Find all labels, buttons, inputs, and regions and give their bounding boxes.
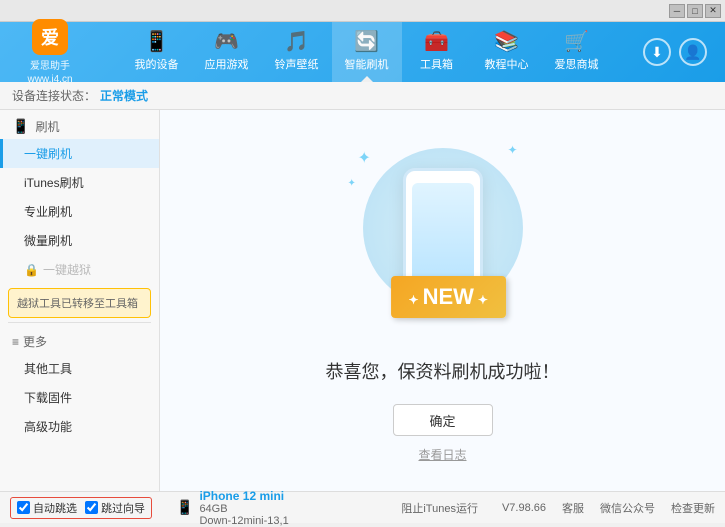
device-info: 📱 iPhone 12 mini 64GB Down-12mini-13,1 [176, 489, 289, 527]
nav-shop-label: 爱思商城 [555, 56, 599, 72]
nav-ringtone-label: 铃声壁纸 [275, 56, 319, 72]
sidebar-notice-jailbreak: 越狱工具已转移至工具箱 [8, 288, 151, 318]
nav-tutorial[interactable]: 📚 教程中心 [472, 22, 542, 82]
auto-jump-label: 自动跳选 [33, 500, 77, 516]
window-controls[interactable]: ─ □ ✕ [669, 4, 721, 18]
nav-shop-icon: 🛒 [564, 32, 589, 52]
content-area: ✦ ✦ ✦ NEW 恭喜您，保资料刷机成功啦！ 确定 查看日志 [160, 110, 725, 491]
confirm-button[interactable]: 确定 [393, 404, 493, 436]
success-illustration: ✦ ✦ ✦ NEW [343, 138, 543, 338]
itunes-flash-label: iTunes刷机 [24, 176, 84, 190]
nav-tutorial-label: 教程中心 [485, 56, 529, 72]
download-firmware-label: 下载固件 [24, 391, 72, 405]
check-update-link[interactable]: 检查更新 [671, 500, 715, 516]
nav-ringtone[interactable]: 🎵 铃声壁纸 [262, 22, 332, 82]
notice-text: 越狱工具已转移至工具箱 [17, 298, 138, 310]
device-storage: 64GB [199, 503, 288, 515]
nav-smart-flash[interactable]: 🔄 智能刷机 [332, 22, 402, 82]
skip-guide-label: 跳过向导 [101, 500, 145, 516]
sidebar-item-micro-flash[interactable]: 微量刷机 [0, 226, 159, 255]
nav-shop[interactable]: 🛒 爱思商城 [542, 22, 612, 82]
advanced-label: 高级功能 [24, 420, 72, 434]
download-button[interactable]: ⬇ [643, 38, 671, 66]
sidebar-item-download-firmware[interactable]: 下载固件 [0, 383, 159, 412]
flash-section-icon: 📱 [12, 118, 29, 135]
nav-toolbox-label: 工具箱 [420, 56, 453, 72]
device-name: iPhone 12 mini [199, 489, 288, 503]
skip-guide-checkbox[interactable] [85, 501, 98, 514]
sidebar-item-advanced[interactable]: 高级功能 [0, 412, 159, 441]
one-key-flash-label: 一键刷机 [24, 147, 72, 161]
sidebar-more-section: ≡ 更多 [0, 327, 159, 354]
sidebar-item-one-key-flash[interactable]: 一键刷机 [0, 139, 159, 168]
phone-screen [412, 183, 474, 287]
logo-subtext: www.i4.cn [27, 74, 72, 85]
auto-jump-checkbox-label[interactable]: 自动跳选 [17, 500, 77, 516]
sidebar-item-pro-flash[interactable]: 专业刷机 [0, 197, 159, 226]
new-ribbon: NEW [391, 276, 506, 318]
sidebar-item-jailbreak-disabled: 🔒 一键越狱 [0, 255, 159, 284]
sidebar-divider [8, 322, 151, 323]
device-version: Down-12mini-13,1 [199, 515, 288, 527]
wechat-public-link[interactable]: 微信公众号 [600, 500, 655, 516]
nav-my-device-icon: 📱 [144, 32, 169, 52]
device-phone-icon: 📱 [176, 499, 193, 516]
nav-toolbox[interactable]: 🧰 工具箱 [402, 22, 472, 82]
nav-apps-games-icon: 🎮 [214, 32, 239, 52]
logo-text: 爱思助手 [30, 57, 70, 72]
more-icon: ≡ [12, 335, 19, 349]
nav-apps-games-label: 应用游戏 [205, 56, 249, 72]
jailbreak-label: 一键越狱 [43, 261, 91, 278]
cancel-link[interactable]: 查看日志 [418, 446, 466, 463]
nav-tutorial-icon: 📚 [494, 32, 519, 52]
nav-toolbox-icon: 🧰 [424, 32, 449, 52]
more-label: 更多 [23, 333, 47, 350]
sidebar-item-other-tools[interactable]: 其他工具 [0, 354, 159, 383]
other-tools-label: 其他工具 [24, 362, 72, 376]
header-right: ⬇ 👤 [643, 38, 715, 66]
sparkle-3-icon: ✦ [348, 178, 356, 189]
nav-apps-games[interactable]: 🎮 应用游戏 [192, 22, 262, 82]
pro-flash-label: 专业刷机 [24, 205, 72, 219]
header: 爱 爱思助手 www.i4.cn 📱 我的设备 🎮 应用游戏 🎵 铃声壁纸 🔄 … [0, 22, 725, 82]
status-label: 设备连接状态： [12, 87, 96, 104]
bottom-right: 阻止iTunes运行 V7.98.66 客服 微信公众号 检查更新 [401, 500, 715, 516]
minimize-button[interactable]: ─ [669, 4, 685, 18]
status-bar: 设备连接状态： 正常模式 [0, 82, 725, 110]
version-label: V7.98.66 [502, 502, 546, 514]
sidebar-section-flash: 📱 刷机 [0, 110, 159, 139]
nav-my-device[interactable]: 📱 我的设备 [122, 22, 192, 82]
checkbox-group: 自动跳选 跳过向导 [10, 497, 152, 519]
main-layout: 📱 刷机 一键刷机 iTunes刷机 专业刷机 微量刷机 🔒 一键越狱 越狱工具… [0, 110, 725, 491]
sidebar: 📱 刷机 一键刷机 iTunes刷机 专业刷机 微量刷机 🔒 一键越狱 越狱工具… [0, 110, 160, 491]
logo: 爱 爱思助手 www.i4.cn [10, 19, 90, 85]
skip-guide-checkbox-label[interactable]: 跳过向导 [85, 500, 145, 516]
sidebar-item-itunes-flash[interactable]: iTunes刷机 [0, 168, 159, 197]
bottom-bar: 自动跳选 跳过向导 📱 iPhone 12 mini 64GB Down-12m… [0, 491, 725, 523]
maximize-button[interactable]: □ [687, 4, 703, 18]
close-button[interactable]: ✕ [705, 4, 721, 18]
nav-items: 📱 我的设备 🎮 应用游戏 🎵 铃声壁纸 🔄 智能刷机 🧰 工具箱 📚 教程中心… [90, 22, 643, 82]
lock-icon: 🔒 [24, 263, 39, 277]
sparkle-2-icon: ✦ [507, 143, 517, 157]
flash-section-label: 刷机 [35, 118, 59, 135]
nav-smart-flash-icon: 🔄 [354, 32, 379, 52]
micro-flash-label: 微量刷机 [24, 234, 72, 248]
user-button[interactable]: 👤 [679, 38, 707, 66]
nav-ringtone-icon: 🎵 [284, 32, 309, 52]
nav-my-device-label: 我的设备 [135, 56, 179, 72]
status-value: 正常模式 [100, 87, 148, 104]
itunes-button[interactable]: 阻止iTunes运行 [401, 500, 478, 516]
bottom-left: 自动跳选 跳过向导 📱 iPhone 12 mini 64GB Down-12m… [10, 489, 289, 527]
nav-smart-flash-label: 智能刷机 [345, 56, 389, 72]
sparkle-1-icon: ✦ [358, 148, 371, 168]
auto-jump-checkbox[interactable] [17, 501, 30, 514]
success-title: 恭喜您，保资料刷机成功啦！ [326, 358, 560, 384]
customer-service-link[interactable]: 客服 [562, 500, 584, 516]
title-bar: ─ □ ✕ [0, 0, 725, 22]
logo-icon: 爱 [32, 19, 68, 55]
